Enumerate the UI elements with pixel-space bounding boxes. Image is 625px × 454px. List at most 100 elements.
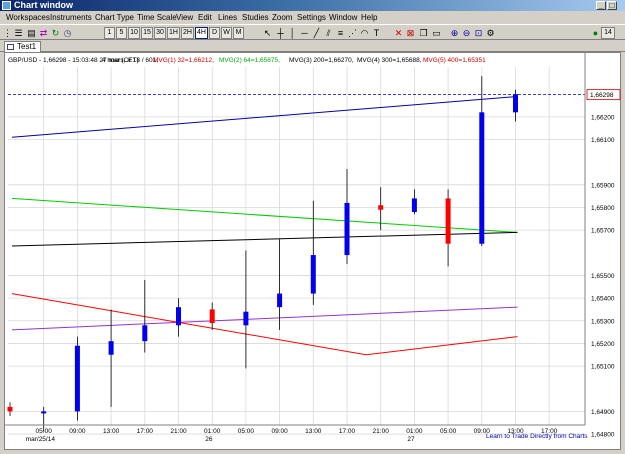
link-icon[interactable]: ⇄ [38, 27, 49, 39]
status-indicator-icon: ● [592, 28, 599, 38]
time-tick-label: 05:00 [36, 428, 53, 435]
drag-handle-icon[interactable]: ⋮ [2, 27, 13, 39]
timeframe-10[interactable]: 10 [128, 27, 140, 39]
timeframe-d[interactable]: D [209, 27, 220, 39]
menu-settings[interactable]: Settings [297, 12, 326, 23]
ma1-legend: MVG(1) 32=1,66212, [153, 57, 214, 64]
time-tick-label: 01:00 [406, 428, 423, 435]
time-tick-label: 21:00 [373, 428, 390, 435]
time-tick-label: 05:00 [440, 428, 457, 435]
date-tick-label: mar/25/14 [26, 436, 56, 443]
timeframe-15[interactable]: 15 [141, 27, 153, 39]
chart-tab-strip: Test1 [0, 40, 625, 52]
time-tick-label: 09:00 [69, 428, 86, 435]
price-axis: 1,66200 1,66100 1,65900 1,65800 1,65700 1,655… [584, 53, 615, 439]
crosshair-icon[interactable]: ┼ [275, 27, 286, 39]
timeframe-5[interactable]: 5 [116, 27, 127, 39]
price-tick-label: 1,66200 [591, 114, 615, 121]
zoom-out-icon[interactable]: ⊖ [461, 27, 472, 39]
timeframe-2h[interactable]: 2H [181, 27, 194, 39]
timeframe-1h[interactable]: 1H [167, 27, 180, 39]
maximize-button[interactable]: □ [607, 1, 617, 10]
price-tick-label: 1,65500 [591, 273, 615, 280]
menu-time-scale[interactable]: Time Scale [137, 12, 177, 23]
date-tick-label: 26 [205, 436, 213, 443]
time-tick-label: 17:00 [137, 428, 154, 435]
menu-chart-type[interactable]: Chart Type [95, 12, 134, 23]
timeframe-1[interactable]: 1 [104, 27, 115, 39]
menu-zoom[interactable]: Zoom [272, 12, 292, 23]
minimize-button[interactable]: _ [596, 1, 606, 10]
list-icon[interactable]: ☰ [13, 27, 24, 39]
candle-body [41, 411, 47, 414]
price-tick-label: 1,65800 [591, 205, 615, 212]
toolbar-counter[interactable]: 14 [601, 27, 615, 39]
candlestick-chart[interactable]: 1,66298 1,66200 1,66100 1,65900 1,65800 1,65… [5, 53, 622, 451]
tab-label: Test1 [17, 42, 37, 51]
timeframe-w[interactable]: W [221, 27, 232, 39]
menu-instruments[interactable]: Instruments [50, 12, 92, 23]
menu-studies[interactable]: Studies [242, 12, 269, 23]
vertical-line-icon[interactable]: │ [287, 27, 298, 39]
horizontal-line-icon[interactable]: ─ [299, 27, 310, 39]
zoom-fit-icon[interactable]: ⊡ [473, 27, 484, 39]
delete-drawing-icon[interactable]: ✕ [393, 27, 404, 39]
chart-tab-icon [7, 44, 14, 50]
chart-header-interval: 4 hours, # 18 / 601, [102, 57, 158, 64]
zoom-in-icon[interactable]: ⊕ [449, 27, 460, 39]
moving-average-line [11, 293, 518, 356]
refresh-icon[interactable]: ↻ [50, 27, 61, 39]
tab-test1[interactable]: Test1 [4, 41, 42, 52]
chart-area[interactable]: 1,66298 1,66200 1,66100 1,65900 1,65800 1,65… [4, 52, 621, 450]
time-tick-label: 13:00 [305, 428, 322, 435]
timeframe-m[interactable]: M [233, 27, 244, 39]
app-icon [2, 1, 11, 10]
arc-icon[interactable]: ◠ [359, 27, 370, 39]
candle-body [277, 293, 283, 308]
menu-edit[interactable]: Edit [198, 12, 212, 23]
trend-line-icon[interactable]: ╱ [311, 27, 322, 39]
candle-body [7, 406, 13, 412]
window-titlebar[interactable]: Chart window _ □ [0, 0, 625, 11]
channel-icon[interactable]: ⫽ [323, 27, 334, 39]
candle-body [142, 325, 148, 342]
candles [7, 76, 518, 432]
menu-view[interactable]: View [176, 12, 193, 23]
menu-lines[interactable]: Lines [218, 12, 237, 23]
fibonacci-icon[interactable]: ≡ [335, 27, 346, 39]
fan-icon[interactable]: ⋰ [347, 27, 358, 39]
time-tick-label: 01:00 [204, 428, 221, 435]
moving-average-line [11, 231, 518, 247]
menu-help[interactable]: Help [361, 12, 377, 23]
candle-body [176, 307, 181, 326]
moving-average-line [11, 197, 518, 233]
price-tick-label: 1,65100 [591, 364, 615, 371]
price-tick-label: 1,65200 [591, 341, 615, 348]
candle-body [378, 205, 384, 210]
ma2-legend: MVG(2) 64=1,65675, [219, 57, 280, 64]
price-tick-label: 1,66100 [591, 137, 615, 144]
current-price-line-group: 1,66298 [8, 89, 621, 101]
delete-all-icon[interactable]: ⊠ [405, 27, 416, 39]
timeframe-30[interactable]: 30 [154, 27, 166, 39]
price-tick-label: 1,65700 [591, 228, 615, 235]
footer-link[interactable]: Learn to Trade Directly from Charts [486, 433, 588, 440]
timeframe-4h[interactable]: 4H [195, 27, 208, 39]
cursor-icon[interactable]: ↖ [262, 27, 273, 39]
menu-workspaces[interactable]: Workspaces [6, 12, 50, 23]
price-tick-label: 1,64800 [591, 432, 615, 439]
time-tick-label: 21:00 [170, 428, 187, 435]
candle-body [310, 255, 316, 294]
moving-average-line [11, 306, 518, 331]
menubar: Workspaces Instruments Chart Type Time S… [0, 11, 625, 24]
time-tick-label: 13:00 [103, 428, 120, 435]
text-tool-icon[interactable]: T [371, 27, 382, 39]
settings-icon[interactable]: ⚙ [485, 27, 496, 39]
ma5-legend: MVG(5) 400=1,65351 [423, 57, 486, 64]
copy-icon[interactable]: ❐ [418, 27, 429, 39]
print-icon[interactable]: ▭ [431, 27, 442, 39]
candle-body [74, 345, 80, 412]
clock-icon[interactable]: ◷ [62, 27, 73, 39]
chart-type-icon[interactable]: ▤ [26, 27, 37, 39]
menu-window[interactable]: Window [329, 12, 357, 23]
